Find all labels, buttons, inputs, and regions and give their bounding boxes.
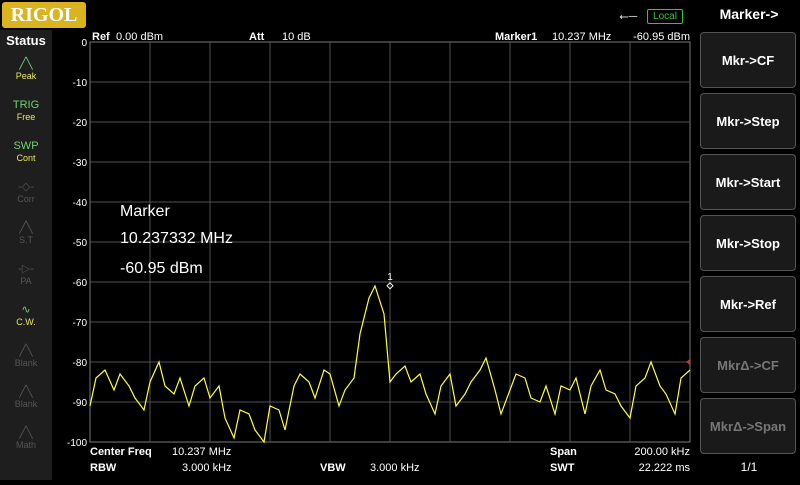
vbw-value: 3.000 kHz [370,462,420,474]
y-tick-label: -50 [73,238,88,249]
att-value: 10 dB [282,31,311,43]
status-blank-icon: ╱╲ [19,386,33,398]
y-tick-label: -20 [73,118,88,129]
menu-button-5[interactable]: Mkr->Ref [700,276,796,332]
softkey-menu: Marker-> 1/1 Mkr->CF Mkr->Step Mkr->Start M… [698,0,800,480]
marker-label: Marker1 [495,31,537,43]
y-tick-label: -80 [73,358,88,369]
y-tick-label: -100 [67,438,87,449]
status-label: Blank [14,358,38,368]
local-button[interactable]: Local [647,9,683,24]
status-peak-icon: ╱╲ [19,58,33,70]
spectrum-plot: 0 -10 -20 -30 -40 -50 -60 -70 -80 -90 -100 Ref 0.00 … [67,31,691,474]
y-tick-label: -40 [73,198,88,209]
y-tick-label: -10 [73,78,88,89]
y-tick-label: -60 [73,278,88,289]
status-pa-icon: -▷- [18,263,34,275]
status-label: Cont [16,153,36,163]
y-tick-label: -70 [73,318,88,329]
menu-button-6[interactable]: MkrΔ->CF [700,337,796,393]
menu-button-1[interactable]: Mkr->CF [700,32,796,88]
menu-button-4[interactable]: Mkr->Stop [700,215,796,271]
status-label: Blank [14,399,38,409]
rbw-value: 3.000 kHz [182,462,232,474]
trace-edge-marker-icon [686,359,690,365]
ref-label: Ref [92,31,110,43]
status-corr-button[interactable]: -◇- Corr [11,180,41,210]
span-value: 200.00 kHz [634,446,690,458]
menu-title: Marker-> [719,6,779,22]
marker-box-freq: 10.237332 MHz [120,230,233,247]
ref-value: 0.00 dBm [116,31,163,43]
y-tick-label: 0 [81,38,87,49]
status-label: C.W. [16,317,36,327]
marker-freq: 10.237 MHz [552,31,611,43]
status-math-icon: ╱╲ [19,427,33,439]
status-blank-icon: ╱╲ [19,345,33,357]
status-label: PA [20,276,32,286]
status-label: Free [16,112,36,122]
status-st-button[interactable]: ╱╲ S.T [11,221,41,251]
status-cont-icon: SWP [13,140,39,152]
y-tick-label: -90 [73,398,88,409]
swt-value: 22.222 ms [639,462,691,474]
swt-label: SWT [550,462,575,474]
status-st-icon: ╱╲ [19,222,33,234]
status-corr-icon: -◇- [18,181,34,193]
status-panel: Status ╱╲ Peak TRIG Free SWP Cont -◇- Corr ╱╲ S.T… [0,30,52,480]
status-blank-button[interactable]: ╱╲ Blank [11,344,41,374]
marker-box-title: Marker [120,203,170,220]
spectrum-display: 0 -10 -20 -30 -40 -50 -60 -70 -80 -90 -100 Ref 0.00 … [52,30,698,480]
y-tick-label: -30 [73,158,88,169]
usb-icon: ⭠─ [619,9,638,23]
menu-button-3[interactable]: Mkr->Start [700,154,796,210]
span-label: Span [550,446,577,458]
marker-box-amp: -60.95 dBm [120,260,203,277]
rbw-label: RBW [90,462,117,474]
status-title: Status [6,33,46,48]
status-cont-button[interactable]: SWP Cont [11,139,41,169]
status-math-button[interactable]: ╱╲ Math [11,426,41,456]
marker-amp: -60.95 dBm [633,31,690,43]
center-freq-value: 10.237 MHz [172,446,231,458]
status-peak-button[interactable]: ╱╲ Peak [11,57,41,87]
status-label: S.T [18,235,33,245]
status-cw-icon: ∿ [21,304,31,316]
rigol-logo: RIGOL [2,2,86,28]
status-blank-button[interactable]: ╱╲ Blank [11,385,41,415]
vbw-label: VBW [320,462,346,474]
center-freq-label: Center Freq [90,446,152,458]
menu-button-2[interactable]: Mkr->Step [700,93,796,149]
status-pa-button[interactable]: -▷- PA [11,262,41,292]
status-free-button[interactable]: TRIG Free [11,98,41,128]
menu-button-7[interactable]: MkrΔ->Span [700,398,796,454]
status-label: Corr [17,194,35,204]
status-label: Peak [15,71,37,81]
page-indicator: 1/1 [740,460,758,474]
status-free-icon: TRIG [12,99,40,111]
status-cw-button[interactable]: ∿ C.W. [11,303,41,333]
att-label: Att [249,31,265,43]
marker-number: 1 [387,272,393,283]
top-bar: RIGOL ⭠─ Local [0,0,698,30]
status-label: Math [15,440,36,450]
